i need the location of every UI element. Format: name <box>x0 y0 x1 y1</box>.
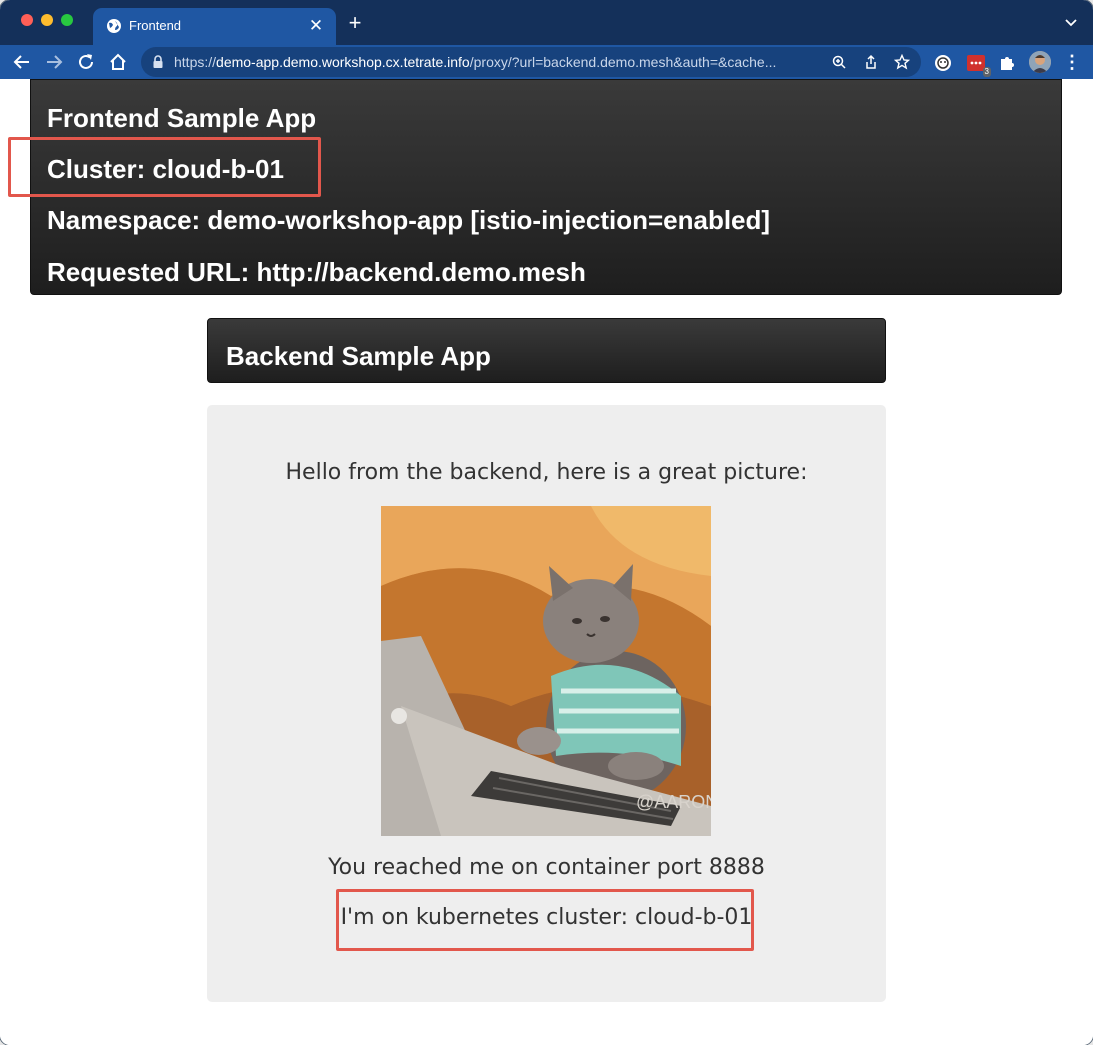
back-icon[interactable] <box>11 51 33 73</box>
backend-title: Backend Sample App <box>226 341 491 371</box>
url-scheme: https:// <box>174 54 217 70</box>
image-watermark: @AARON <box>636 792 711 812</box>
plus-icon[interactable]: + <box>344 12 366 34</box>
url-path: /proxy/?url=backend.demo.mesh&auth=&cach… <box>469 54 777 70</box>
tab-frontend[interactable]: Frontend ✕ <box>93 8 336 45</box>
password-manager-icon[interactable]: 3 <box>966 53 991 77</box>
frontend-namespace: Namespace: demo-workshop-app [istio-inje… <box>47 205 771 235</box>
globe-icon <box>107 19 121 33</box>
browser-window: Frontend ✕ + https://demo-app.demo.works… <box>0 0 1093 1045</box>
reload-icon[interactable] <box>75 51 97 73</box>
url-host: demo-app.demo.workshop.cx.tetrate.info <box>216 54 470 70</box>
cluster-highlight-box <box>8 137 321 197</box>
avatar[interactable] <box>1029 51 1051 73</box>
zoom-icon[interactable] <box>831 54 847 70</box>
tab-title: Frontend <box>129 18 182 33</box>
share-icon[interactable] <box>863 54 879 70</box>
forward-icon[interactable] <box>43 51 65 73</box>
backend-greeting: Hello from the backend, here is a great … <box>285 460 808 485</box>
backend-port-text: You reached me on container port 8888 <box>328 855 765 880</box>
puzzle-icon[interactable] <box>997 53 1017 73</box>
close-icon[interactable]: ✕ <box>306 16 326 36</box>
cat-laptop-picture: @AARON <box>381 506 711 836</box>
page-content: Frontend Sample App Cluster: cloud-b-01 … <box>0 79 1093 1045</box>
cat-typing-image: @AARON <box>381 506 711 836</box>
chevron-down-icon[interactable] <box>1063 14 1079 30</box>
close-window-button[interactable] <box>21 14 33 26</box>
star-icon[interactable] <box>894 54 910 70</box>
backend-cluster-highlight-box <box>336 889 754 951</box>
extension-icon[interactable] <box>933 53 953 73</box>
kebab-menu-icon[interactable]: ⋮ <box>1063 53 1081 71</box>
profile-photo-icon <box>1029 51 1051 73</box>
frontend-requested-url: Requested URL: http://backend.demo.mesh <box>47 257 586 287</box>
backend-header: Backend Sample App <box>207 318 886 383</box>
minimize-window-button[interactable] <box>41 14 53 26</box>
frontend-title: Frontend Sample App <box>47 103 317 133</box>
url-text[interactable]: https://demo-app.demo.workshop.cx.tetrat… <box>174 54 776 70</box>
home-icon[interactable] <box>107 51 129 73</box>
tab-strip: Frontend ✕ + <box>0 0 1093 45</box>
address-bar[interactable]: https://demo-app.demo.workshop.cx.tetrat… <box>141 47 921 77</box>
browser-toolbar: https://demo-app.demo.workshop.cx.tetrat… <box>0 45 1093 79</box>
extension-badge: 3 <box>982 67 991 77</box>
lock-icon[interactable] <box>152 55 164 69</box>
zoom-window-button[interactable] <box>61 14 73 26</box>
